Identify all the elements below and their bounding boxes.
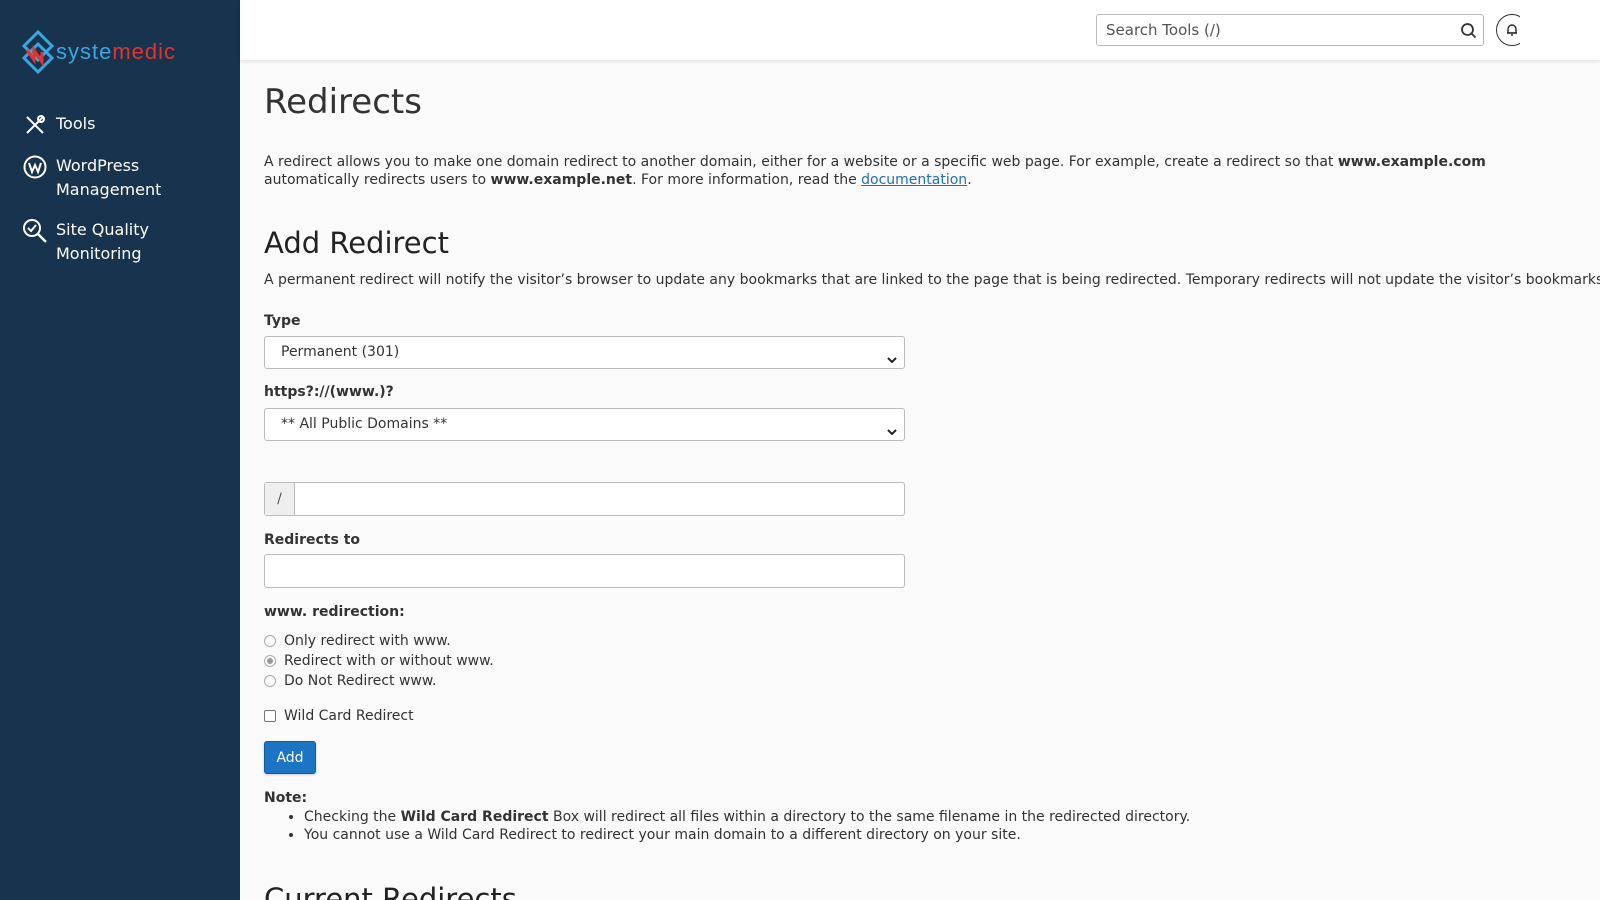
type-label: Type bbox=[264, 313, 301, 329]
radio-with-or-without-www[interactable]: Redirect with or without www. bbox=[264, 653, 494, 669]
magnifier-check-icon bbox=[22, 218, 48, 244]
page-title: Redirects bbox=[264, 82, 422, 122]
wildcard-redirect-checkbox[interactable] bbox=[264, 710, 276, 722]
radio-do-not-redirect-www[interactable]: Do Not Redirect www. bbox=[264, 673, 436, 689]
wordpress-icon bbox=[22, 154, 48, 180]
sidebar: systemedic Tools WordPress Management Si… bbox=[0, 0, 240, 900]
www-redirection-label: www. redirection: bbox=[264, 604, 405, 620]
chevron-down-icon bbox=[886, 347, 898, 378]
sidebar-item-site-quality[interactable]: Site Quality Monitoring bbox=[22, 218, 232, 266]
radio-button[interactable] bbox=[264, 655, 276, 667]
sidebar-item-wordpress[interactable]: WordPress Management bbox=[22, 154, 232, 202]
add-redirect-title: Add Redirect bbox=[264, 226, 449, 260]
search-icon[interactable] bbox=[1460, 22, 1477, 43]
documentation-link[interactable]: documentation bbox=[861, 172, 967, 188]
redirects-to-input[interactable] bbox=[264, 554, 905, 588]
sidebar-item-label: Tools bbox=[56, 114, 96, 133]
type-select[interactable]: Permanent (301) bbox=[264, 336, 905, 369]
domain-select-value: ** All Public Domains ** bbox=[281, 416, 448, 432]
radio-only-www[interactable]: Only redirect with www. bbox=[264, 633, 451, 649]
sidebar-item-tools[interactable]: Tools bbox=[22, 112, 232, 138]
wildcard-redirect-option[interactable]: Wild Card Redirect bbox=[264, 708, 414, 724]
bell-icon bbox=[1507, 24, 1517, 36]
search-input[interactable] bbox=[1097, 15, 1437, 45]
note-list: Checking the Wild Card Redirect Box will… bbox=[304, 808, 1190, 844]
type-select-value: Permanent (301) bbox=[281, 344, 400, 360]
sidebar-nav: Tools WordPress Management Site Quality … bbox=[22, 112, 232, 282]
add-button[interactable]: Add bbox=[264, 741, 316, 774]
logo-wordmark: systemedic bbox=[56, 39, 177, 64]
domain-select[interactable]: ** All Public Domains ** bbox=[264, 408, 905, 441]
current-redirects-title: Current Redirects bbox=[264, 882, 517, 900]
list-item: You cannot use a Wild Card Redirect to r… bbox=[304, 826, 1190, 844]
search-box bbox=[1096, 14, 1484, 46]
note-label: Note: bbox=[264, 790, 308, 806]
path-input[interactable] bbox=[295, 483, 904, 515]
radio-label: Redirect with or without www. bbox=[284, 653, 494, 669]
redirects-to-label: Redirects to bbox=[264, 532, 361, 548]
sidebar-item-label: WordPress Management bbox=[56, 156, 162, 199]
path-input-group: / bbox=[264, 482, 905, 516]
wildcard-redirect-label: Wild Card Redirect bbox=[284, 708, 414, 724]
chevron-down-icon bbox=[886, 419, 898, 450]
radio-button[interactable] bbox=[264, 675, 276, 687]
sidebar-item-label: Site Quality Monitoring bbox=[56, 220, 149, 263]
top-bar bbox=[240, 0, 1600, 60]
path-prefix: / bbox=[265, 483, 295, 515]
radio-label: Only redirect with www. bbox=[284, 633, 451, 649]
radio-label: Do Not Redirect www. bbox=[284, 673, 437, 689]
radio-button[interactable] bbox=[264, 635, 276, 647]
systemedic-logo[interactable]: systemedic bbox=[22, 30, 176, 74]
logo-mark-icon bbox=[22, 30, 54, 74]
domain-label: https?://(www.)? bbox=[264, 384, 394, 400]
tools-icon bbox=[22, 112, 48, 138]
user-menu[interactable] bbox=[1520, 6, 1590, 52]
list-item: Checking the Wild Card Redirect Box will… bbox=[304, 808, 1190, 826]
intro-text: A redirect allows you to make one domain… bbox=[264, 154, 1486, 188]
add-redirect-description: A permanent redirect will notify the vis… bbox=[264, 272, 1600, 288]
